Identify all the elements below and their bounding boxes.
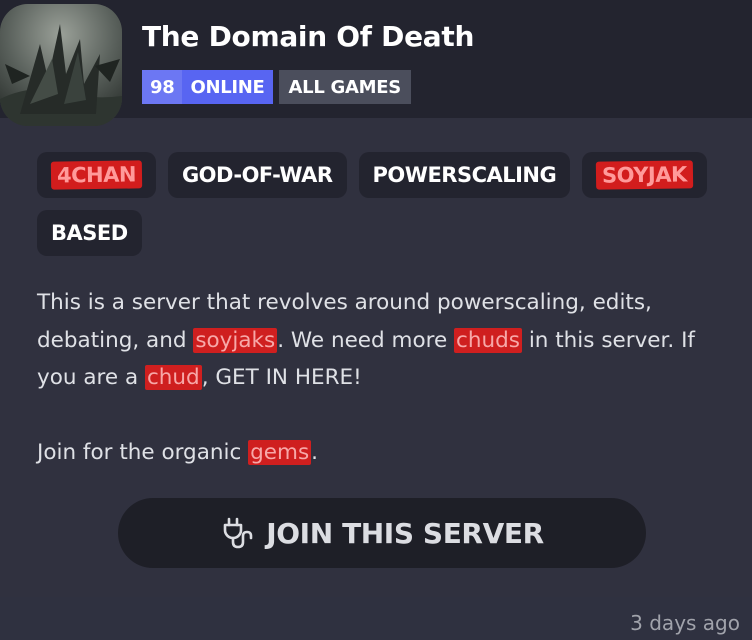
online-badge: 98 ONLINE [142,70,273,104]
tag-label: POWERSCALING [372,163,557,187]
server-name: The Domain Of Death [142,20,475,53]
tag-powerscaling[interactable]: POWERSCALING [358,152,571,198]
redacted-word: chuds [454,327,522,353]
tag-list: 4CHAN GOD-OF-WAR POWERSCALING SOYJAK BAS… [37,152,727,256]
plug-icon [223,517,253,549]
online-label: ONLINE [190,76,265,98]
description-text: . [311,440,319,465]
tag-based[interactable]: BASED [37,210,142,256]
tag-soyjak[interactable]: SOYJAK [582,152,708,198]
server-avatar[interactable] [0,4,122,126]
tag-label: 4CHAN [50,160,143,190]
message-timestamp: 3 days ago [630,611,740,635]
server-avatar-image [0,4,122,126]
join-button-label: JOIN THIS SERVER [266,516,544,550]
tag-4chan[interactable]: 4CHAN [37,152,156,198]
tag-label: BASED [51,221,128,245]
description-paragraph: This is a server that revolves around po… [37,284,737,397]
redacted-word: gems [248,440,312,465]
redacted-word: soyjaks [193,327,278,353]
tag-label: SOYJAK [596,160,694,190]
server-badges: 98 ONLINE ALL GAMES [142,70,411,104]
description-text: , GET IN HERE! [201,365,362,390]
games-badge[interactable]: ALL GAMES [278,70,411,104]
message-footer [0,597,612,640]
description-paragraph: Join for the organic gems. [37,434,737,472]
online-count: 98 [142,70,183,104]
server-description: This is a server that revolves around po… [37,284,737,472]
tag-god-of-war[interactable]: GOD-OF-WAR [167,152,347,198]
join-server-button[interactable]: JOIN THIS SERVER [118,498,646,568]
tag-label: GOD-OF-WAR [181,163,333,187]
description-text: . We need more [277,327,455,353]
server-invite-card: The Domain Of Death 98 ONLINE ALL GAMES … [0,0,752,597]
description-text: Join for the organic [37,440,249,465]
redacted-word: chud [144,365,202,390]
